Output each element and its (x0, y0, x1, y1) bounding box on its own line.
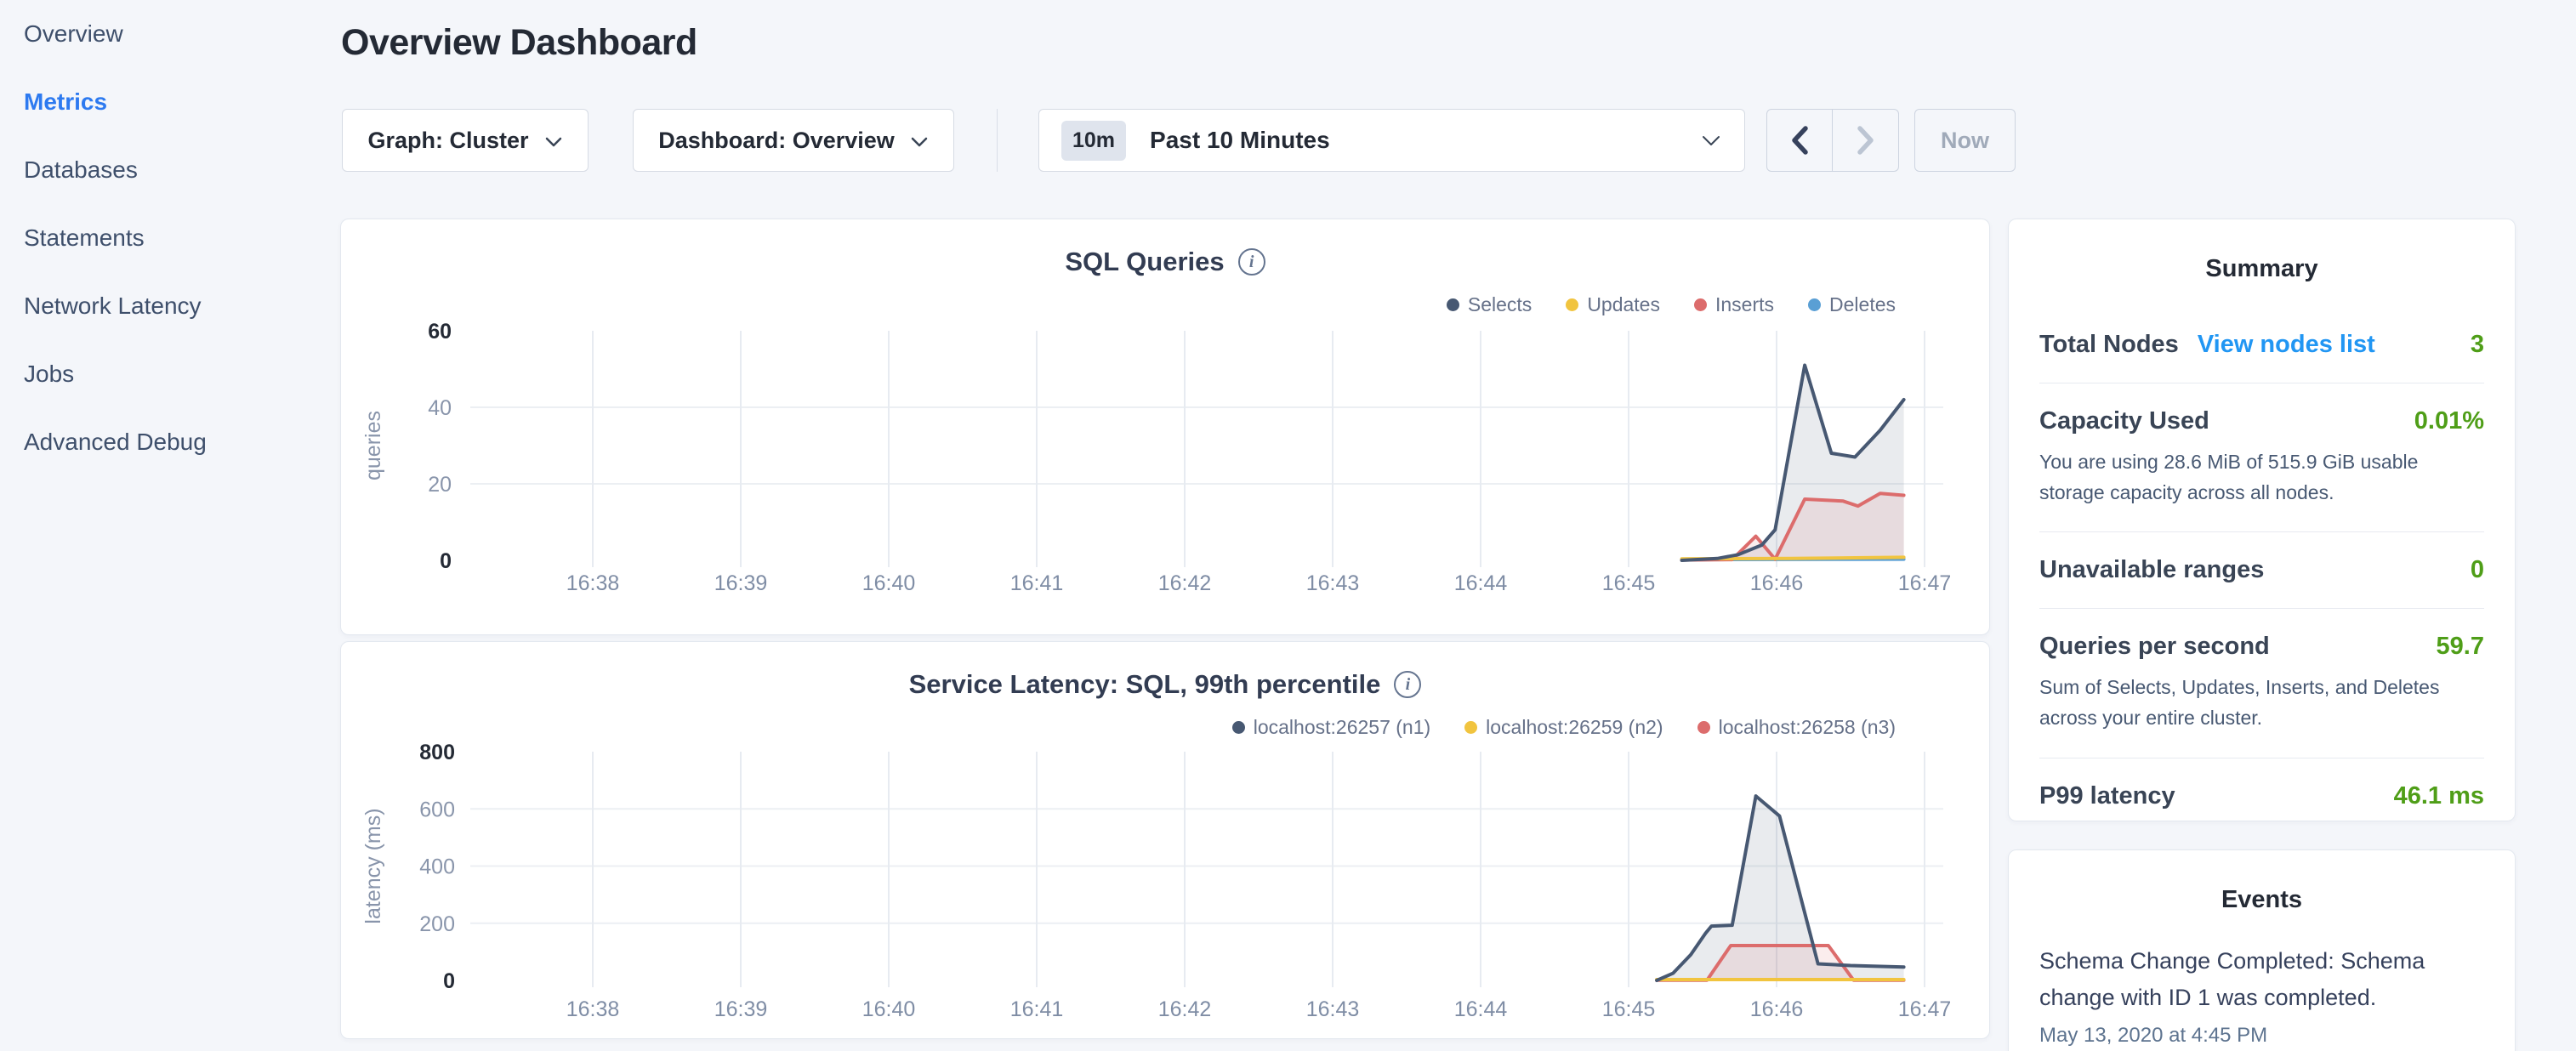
svg-text:queries: queries (361, 411, 385, 480)
events-panel: Events Schema Change Completed: Schema c… (2008, 849, 2516, 1051)
svg-text:16:42: 16:42 (1158, 571, 1212, 595)
chevron-right-icon (1854, 123, 1878, 157)
chevron-down-icon (544, 128, 563, 154)
svg-text:16:38: 16:38 (566, 997, 620, 1021)
summary-row-label: Queries per second (2039, 633, 2270, 661)
svg-text:16:43: 16:43 (1306, 571, 1360, 595)
svg-text:20: 20 (428, 473, 452, 497)
time-range-badge: 10m (1061, 121, 1126, 161)
graph-scope-dropdown[interactable]: Graph: Cluster (342, 109, 589, 172)
summary-row-line: Queries per second 59.7 (2039, 633, 2484, 661)
event-message: Schema Change Completed: Schema change w… (2039, 943, 2484, 1015)
summary-row-value: 59.7 (2437, 633, 2484, 661)
svg-text:16:44: 16:44 (1454, 997, 1508, 1021)
sidebar-item-overview[interactable]: Overview (0, 0, 340, 68)
summary-row-value: 0.01% (2414, 407, 2484, 435)
sidebar-item-jobs[interactable]: Jobs (0, 340, 340, 408)
svg-text:16:44: 16:44 (1454, 571, 1508, 595)
summary-row-line: Capacity Used 0.01% (2039, 407, 2484, 435)
sql-queries-plot[interactable]: 0 20 40 60 16:38 16:39 16:40 16:41 16:42 16:43 16:… (341, 219, 1991, 636)
svg-text:600: 600 (419, 798, 455, 821)
svg-text:0: 0 (443, 969, 455, 993)
svg-text:16:39: 16:39 (714, 997, 768, 1021)
summary-row-value: 0 (2471, 556, 2484, 584)
time-range-label: Past 10 Minutes (1150, 127, 1685, 154)
step-back-button[interactable] (1767, 110, 1833, 171)
graph-scope-label: Graph: Cluster (367, 128, 528, 154)
summary-row-value: 3 (2471, 331, 2484, 359)
summary-row-description: Sum of Selects, Updates, Inserts, and De… (2039, 673, 2484, 733)
svg-text:60: 60 (428, 320, 452, 344)
chevron-down-icon (1700, 128, 1722, 154)
event-item[interactable]: Schema Change Completed: Schema change w… (2039, 943, 2484, 1048)
summary-row-description: You are using 28.6 MiB of 515.9 GiB usab… (2039, 447, 2484, 508)
summary-row-unavailable-ranges: Unavailable ranges 0 (2039, 531, 2484, 608)
svg-text:0: 0 (440, 549, 452, 573)
summary-row-label: Total Nodes (2039, 331, 2179, 359)
svg-text:16:41: 16:41 (1010, 571, 1064, 595)
dashboard-dropdown[interactable]: Dashboard: Overview (633, 109, 954, 172)
svg-text:16:40: 16:40 (862, 997, 916, 1021)
svg-text:800: 800 (419, 741, 455, 764)
svg-text:16:45: 16:45 (1602, 571, 1656, 595)
svg-text:16:45: 16:45 (1602, 997, 1656, 1021)
svg-text:400: 400 (419, 855, 455, 879)
time-range-dropdown[interactable]: 10m Past 10 Minutes (1038, 109, 1745, 172)
toolbar: Graph: Cluster Dashboard: Overview 10m P… (0, 109, 2576, 172)
summary-row-capacity-used: Capacity Used 0.01% You are using 28.6 MiB… (2039, 383, 2484, 531)
svg-text:16:47: 16:47 (1898, 997, 1952, 1021)
sidebar-item-network-latency[interactable]: Network Latency (0, 272, 340, 340)
sidebar-item-statements[interactable]: Statements (0, 204, 340, 272)
svg-text:16:46: 16:46 (1750, 571, 1804, 595)
sidebar-item-advanced-debug[interactable]: Advanced Debug (0, 408, 340, 476)
svg-text:16:43: 16:43 (1306, 997, 1360, 1021)
summary-row-queries-per-second: Queries per second 59.7 Sum of Selects, Up… (2039, 608, 2484, 757)
summary-row-p99-latency: P99 latency 46.1 ms (2039, 758, 2484, 834)
summary-row-label: Unavailable ranges (2039, 556, 2264, 584)
svg-text:16:38: 16:38 (566, 571, 620, 595)
service-latency-plot[interactable]: 0 200 400 600 800 16:38 16:39 16:40 16:41 16:42 16… (341, 642, 1991, 1040)
svg-text:16:42: 16:42 (1158, 997, 1212, 1021)
page-title: Overview Dashboard (341, 22, 697, 64)
svg-text:16:41: 16:41 (1010, 997, 1064, 1021)
summary-title: Summary (2009, 219, 2515, 307)
svg-text:latency (ms): latency (ms) (361, 808, 385, 923)
svg-text:16:40: 16:40 (862, 571, 916, 595)
summary-row-total-nodes: Total Nodes View nodes list 3 (2039, 307, 2484, 383)
summary-row-line: P99 latency 46.1 ms (2039, 782, 2484, 810)
event-timestamp: May 13, 2020 at 4:45 PM (2039, 1024, 2484, 1048)
svg-text:16:46: 16:46 (1750, 997, 1804, 1021)
now-button: Now (1914, 109, 2016, 172)
time-step-buttons (1766, 109, 1899, 172)
toolbar-divider (997, 109, 998, 172)
svg-text:16:47: 16:47 (1898, 571, 1952, 595)
view-nodes-link[interactable]: View nodes list (2198, 331, 2375, 359)
summary-row-line: Total Nodes View nodes list 3 (2039, 331, 2484, 359)
summary-row-line: Unavailable ranges 0 (2039, 556, 2484, 584)
summary-panel: Summary Total Nodes View nodes list 3 Capac… (2008, 219, 2516, 821)
summary-row-label: P99 latency (2039, 782, 2175, 810)
svg-text:40: 40 (428, 396, 452, 420)
summary-row-label: Capacity Used (2039, 407, 2209, 435)
chevron-down-icon (910, 128, 929, 154)
sql-queries-chart-card: SQL Queries i SelectsUpdatesInsertsDelet… (340, 219, 1990, 635)
service-latency-chart-card: Service Latency: SQL, 99th percentile i … (340, 641, 1990, 1039)
summary-row-value: 46.1 ms (2394, 782, 2484, 810)
svg-text:16:39: 16:39 (714, 571, 768, 595)
chevron-left-icon (1788, 123, 1811, 157)
svg-text:200: 200 (419, 912, 455, 936)
dashboard-label: Dashboard: Overview (658, 128, 895, 154)
step-forward-button (1833, 110, 1898, 171)
events-title: Events (2009, 850, 2515, 938)
